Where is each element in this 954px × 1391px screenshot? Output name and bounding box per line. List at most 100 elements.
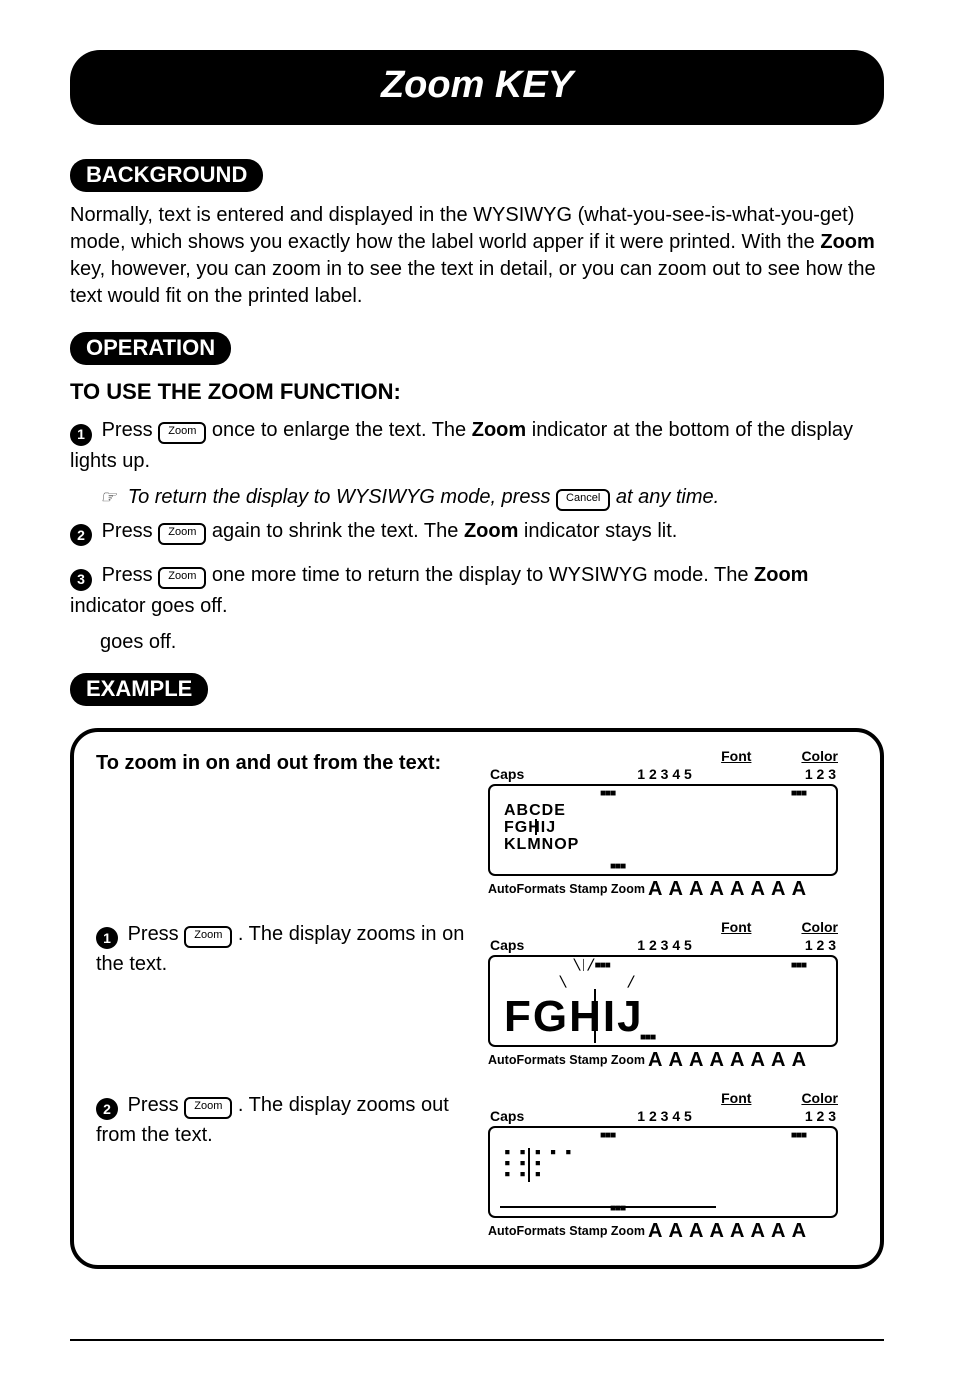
lcd-2-screen: ╲ │ ╱ ■■■ ■■■ ╲ ╱ FGHIJ ■■■ <box>488 955 838 1047</box>
lcd-2-labelrow: Caps 1 2 3 4 5 1 2 3 <box>488 935 838 953</box>
lcd-font-nums: 1 2 3 4 5 <box>637 937 692 953</box>
lcd-1-top: Font Color <box>488 748 838 764</box>
step-number-3: 3 <box>70 569 92 591</box>
step-2: 2 Press Zoom again to shrink the text. T… <box>70 516 884 547</box>
step3-text-b: one more time to return the display to W… <box>206 564 754 586</box>
step3-text-c: indicator goes off. <box>70 595 228 617</box>
step-number-2: 2 <box>70 524 92 546</box>
section-header-background: BACKGROUND <box>70 159 263 192</box>
lcd-1-line3: KLMNOP <box>504 836 579 853</box>
lcd-3-screen: ■■■ ■■■ ▪ ▪ ▪ ▪ ▪ ▪ ▪ ▪ ▪ ▪ ▪ ■■■ <box>488 1126 838 1218</box>
lcd-bottom-style-icons: A A A A A A A A <box>648 878 807 901</box>
lcd-3-underline <box>500 1206 716 1208</box>
lcd-2-bottom: AutoFormats Stamp Zoom A A A A A A A A <box>488 1049 838 1072</box>
background-paragraph: Normally, text is entered and displayed … <box>70 202 884 310</box>
background-text-bold: Zoom <box>820 231 874 253</box>
step2-text-b: again to shrink the text. The <box>206 520 464 542</box>
lcd-arrow-icon: ■■■ <box>791 788 806 799</box>
example-row-2: 2 Press Zoom . The display zooms out fro… <box>96 1090 862 1243</box>
lcd-2-top: Font Color <box>488 919 838 935</box>
lcd-bottom-labels: AutoFormats Stamp Zoom <box>488 1053 645 1067</box>
lcd-3-blob: ▪ ▪ ▪ ▪ ▪ ▪ ▪ ▪ ▪ ▪ ▪ <box>504 1146 573 1179</box>
lcd-caps-label: Caps <box>490 766 524 782</box>
lcd-color-nums: 1 2 3 <box>805 937 836 953</box>
lcd-3-top: Font Color <box>488 1090 838 1106</box>
lcd-caps-label: Caps <box>490 1108 524 1124</box>
step-number-2: 2 <box>96 1098 118 1120</box>
example-title: To zoom in on and out from the text: <box>96 748 488 778</box>
step1-note-a: To return the display to WYSIWYG mode, p… <box>128 486 556 508</box>
step-1-note: ☞ To return the display to WYSIWYG mode,… <box>100 482 884 512</box>
lcd-bottom-labels: AutoFormats Stamp Zoom <box>488 882 645 896</box>
lcd-1-text: ABCDE FGHIJ KLMNOP <box>504 802 579 853</box>
step-3-cont: goes off. <box>100 627 884 657</box>
step1-text-a: Press <box>102 419 159 441</box>
operation-subhead: TO USE THE ZOOM FUNCTION: <box>70 379 884 405</box>
step-number-1: 1 <box>96 927 118 949</box>
zoom-key-icon: Zoom <box>184 1097 232 1119</box>
lcd-3-blob-l3: ▪ ▪ ▪ <box>504 1167 542 1180</box>
lcd-arrow-icon: ■■■ <box>610 861 625 872</box>
page: Zoom KEY BACKGROUND Normally, text is en… <box>0 0 954 1391</box>
lcd-1-screen: ■■■ ■■■ ABCDE FGHIJ KLMNOP ■■■ <box>488 784 838 876</box>
step-3: 3 Press Zoom one more time to return the… <box>70 560 884 621</box>
lcd-2-text: FGHIJ <box>504 992 644 1042</box>
ex2-a: Press <box>128 1094 185 1116</box>
step2-text-a: Press <box>102 520 159 542</box>
section-header-example: EXAMPLE <box>70 673 208 706</box>
background-text-a: Normally, text is entered and displayed … <box>70 204 854 253</box>
lcd-arrow-icon: ■■■ <box>610 1203 625 1214</box>
lcd-font-nums: 1 2 3 4 5 <box>637 1108 692 1124</box>
zoom-key-icon: Zoom <box>158 523 206 545</box>
lcd-color-label: Color <box>801 919 838 935</box>
lcd-bottom-style-icons: A A A A A A A A <box>648 1049 807 1072</box>
background-text-c: key, however, you can zoom in to see the… <box>70 258 876 307</box>
lcd-arrow-icon: ■■■ <box>640 1032 655 1043</box>
step2-text-c: indicator stays lit. <box>518 520 677 542</box>
lcd-font-label: Font <box>721 1090 751 1106</box>
section-header-operation: OPERATION <box>70 332 231 365</box>
lcd-arrow-icon: ■■■ <box>791 960 806 971</box>
lcd-bottom-style-icons: A A A A A A A A <box>648 1220 807 1243</box>
lcd-font-label: Font <box>721 748 751 764</box>
lcd-1-bottom: AutoFormats Stamp Zoom A A A A A A A A <box>488 878 838 901</box>
lcd-arrow-icon: ╲ <box>560 977 565 988</box>
step1-bold: Zoom <box>472 419 526 441</box>
lcd-bottom-labels: AutoFormats Stamp Zoom <box>488 1224 645 1238</box>
lcd-3: Font Color Caps 1 2 3 4 5 1 2 3 ■■■ ■■■ … <box>488 1090 838 1243</box>
lcd-color-nums: 1 2 3 <box>805 766 836 782</box>
lcd-font-nums: 1 2 3 4 5 <box>637 766 692 782</box>
example-step-2: 2 Press Zoom . The display zooms out fro… <box>96 1090 488 1151</box>
ex1-a: Press <box>128 923 185 945</box>
lcd-1-wrap: Font Color Caps 1 2 3 4 5 1 2 3 ■■■ ■■■ … <box>488 748 862 901</box>
example-row-0: To zoom in on and out from the text: Fon… <box>96 748 862 901</box>
step-1: 1 Press Zoom once to enlarge the text. T… <box>70 415 884 476</box>
lcd-arrow-icon: ■■■ <box>600 1130 615 1141</box>
pointer-icon: ☞ <box>100 487 116 507</box>
lcd-1-labelrow: Caps 1 2 3 4 5 1 2 3 <box>488 764 838 782</box>
lcd-arrow-icon: ╲ │ ╱ ■■■ <box>574 960 610 971</box>
lcd-1: Font Color Caps 1 2 3 4 5 1 2 3 ■■■ ■■■ … <box>488 748 838 901</box>
lcd-caps-label: Caps <box>490 937 524 953</box>
lcd-3-bottom: AutoFormats Stamp Zoom A A A A A A A A <box>488 1220 838 1243</box>
step-number-1: 1 <box>70 424 92 446</box>
footer-rule <box>70 1339 884 1341</box>
step3-text-a: Press <box>102 564 159 586</box>
lcd-2: Font Color Caps 1 2 3 4 5 1 2 3 ╲ │ ╱ ■■… <box>488 919 838 1072</box>
lcd-3-wrap: Font Color Caps 1 2 3 4 5 1 2 3 ■■■ ■■■ … <box>488 1090 862 1243</box>
lcd-cursor-icon <box>535 819 537 835</box>
lcd-arrow-icon: ■■■ <box>600 788 615 799</box>
step1-note-b: at any time. <box>610 486 719 508</box>
lcd-font-label: Font <box>721 919 751 935</box>
lcd-arrow-icon: ■■■ <box>791 1130 806 1141</box>
page-title-bar: Zoom KEY <box>70 50 884 125</box>
lcd-2-wrap: Font Color Caps 1 2 3 4 5 1 2 3 ╲ │ ╱ ■■… <box>488 919 862 1072</box>
lcd-1-line1: ABCDE <box>504 802 566 819</box>
zoom-key-icon: Zoom <box>184 926 232 948</box>
lcd-arrow-icon: ╱ <box>628 977 633 988</box>
lcd-color-label: Color <box>801 1090 838 1106</box>
zoom-key-icon: Zoom <box>158 422 206 444</box>
lcd-color-label: Color <box>801 748 838 764</box>
step3-bold: Zoom <box>754 564 808 586</box>
step2-bold: Zoom <box>464 520 518 542</box>
